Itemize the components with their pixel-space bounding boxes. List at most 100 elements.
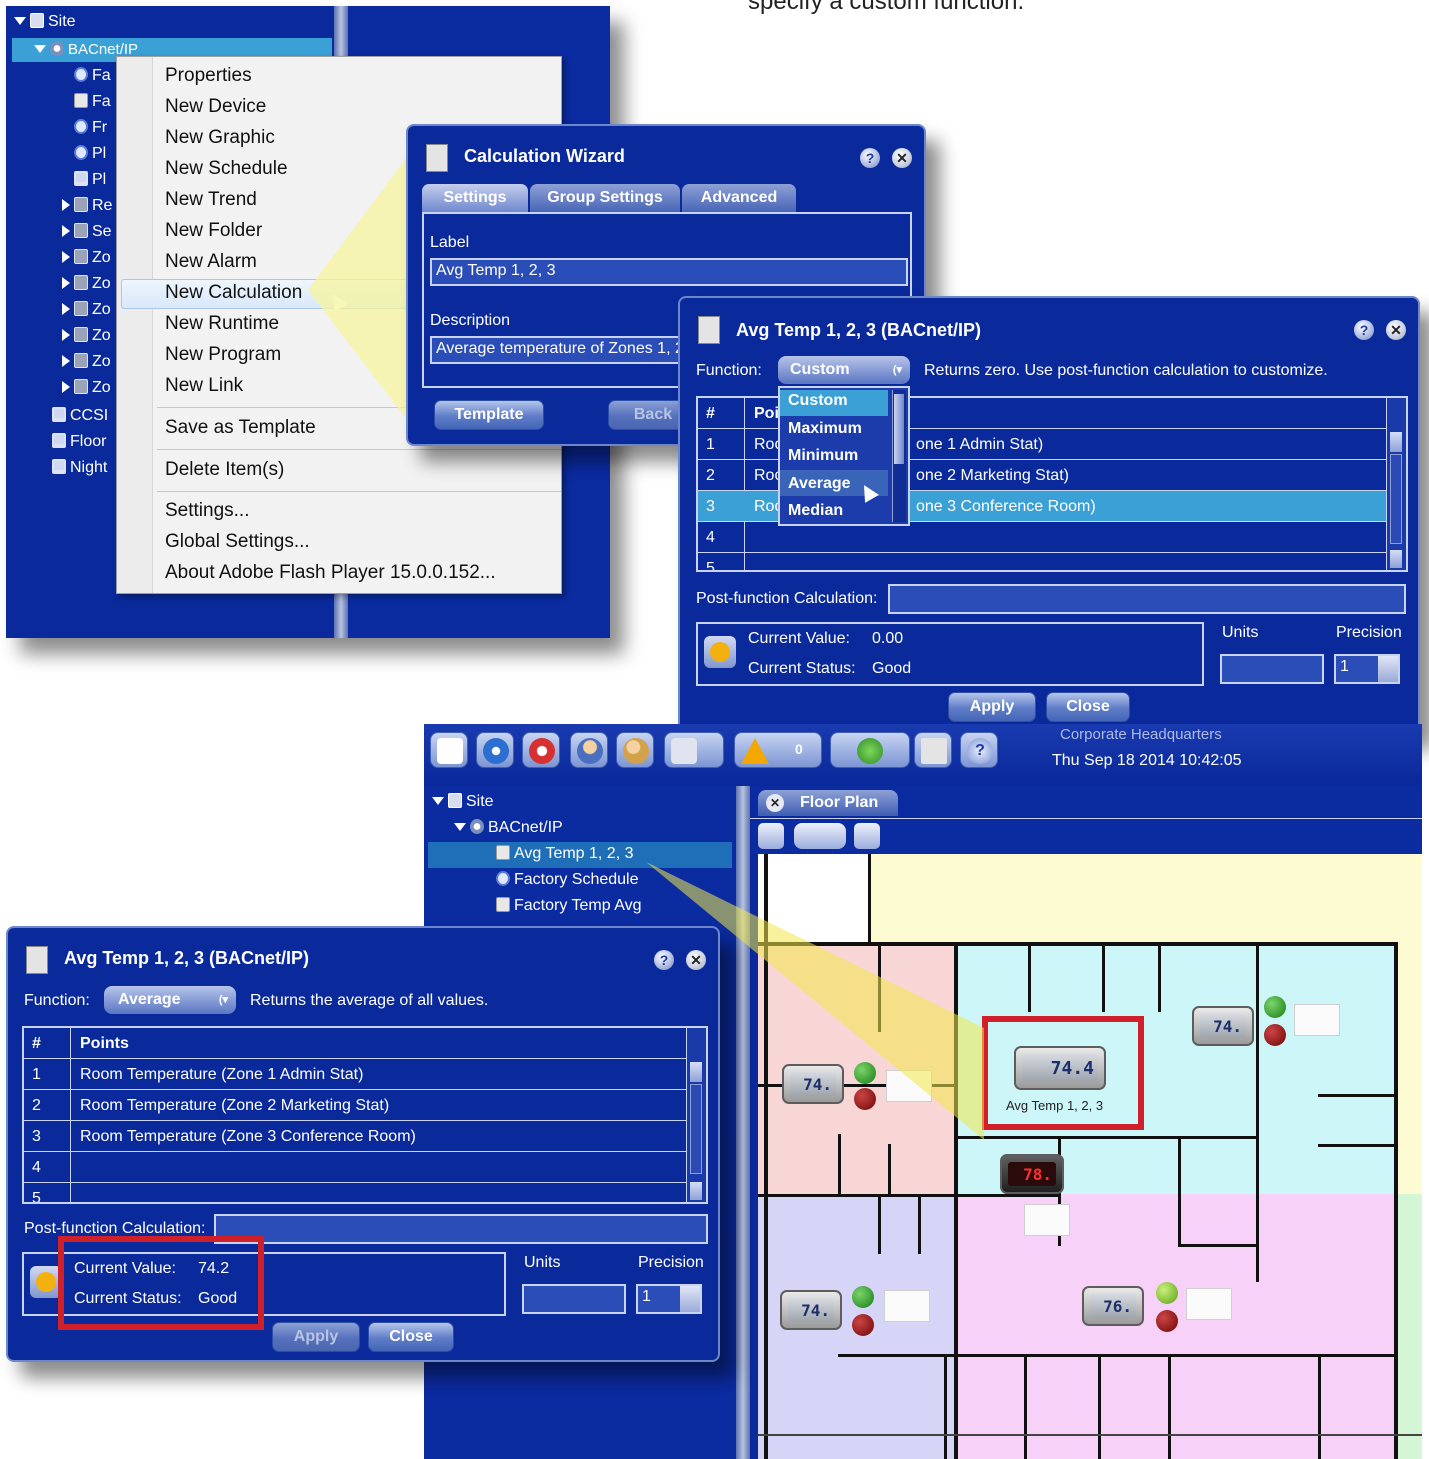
menu-item[interactable]: New Link	[165, 375, 243, 397]
tree-item[interactable]: Fa	[62, 90, 111, 114]
tools-icon[interactable]	[664, 732, 724, 768]
trend-chart-icon[interactable]	[884, 1290, 930, 1322]
expand-icon[interactable]	[454, 823, 466, 831]
menu-item[interactable]: Global Settings...	[165, 531, 310, 553]
tree-site[interactable]: Site	[432, 790, 494, 814]
users-icon[interactable]	[616, 732, 654, 768]
help-ring-icon[interactable]	[522, 732, 560, 768]
table-row[interactable]: 2 Room Temperature (Zone 2 Marketing Stat…	[24, 1090, 686, 1121]
scroll-up-icon[interactable]	[1390, 432, 1402, 452]
help-icon[interactable]: ?	[1354, 320, 1374, 340]
scroll-track[interactable]	[1390, 454, 1402, 544]
close-icon[interactable]: ✕	[1386, 320, 1406, 340]
tree-item[interactable]: Pl	[62, 142, 106, 166]
close-icon[interactable]: ✕	[686, 950, 706, 970]
thermostat-display[interactable]: 76.	[1082, 1286, 1144, 1326]
close-button[interactable]: Close	[368, 1322, 454, 1352]
table-row[interactable]: 5	[698, 553, 1386, 570]
menu-item[interactable]: About Adobe Flash Player 15.0.0.152...	[165, 562, 496, 584]
apply-button[interactable]: Apply	[272, 1322, 360, 1352]
refresh-icon[interactable]	[704, 636, 736, 668]
scroll-down-icon[interactable]	[690, 1182, 702, 1200]
tree-item[interactable]: Zo	[62, 298, 111, 322]
thermostat-display[interactable]: 74.	[780, 1290, 842, 1330]
trend-icon[interactable]	[854, 823, 880, 849]
table-scrollbar[interactable]	[686, 1028, 706, 1202]
expand-icon[interactable]	[62, 303, 70, 315]
notes-icon[interactable]	[914, 732, 952, 768]
alarm-button[interactable]: 0	[734, 732, 822, 768]
expand-icon[interactable]	[62, 251, 70, 263]
scroll-up-icon[interactable]	[690, 1062, 702, 1082]
precision-stepper[interactable]: 1	[1334, 654, 1400, 684]
dropdown-option[interactable]: Minimum	[788, 447, 858, 465]
menu-item[interactable]: New Folder	[165, 220, 262, 242]
expand-icon[interactable]	[62, 225, 70, 237]
expand-icon[interactable]	[62, 355, 70, 367]
precision-stepper[interactable]: 1	[636, 1284, 702, 1314]
dropdown-scrollbar[interactable]	[892, 390, 906, 522]
tree-site[interactable]: Site	[14, 10, 76, 34]
trend-chart-icon[interactable]	[1024, 1204, 1070, 1236]
thermostat-display[interactable]: 74.	[1192, 1006, 1254, 1046]
tree-item[interactable]: Night	[52, 456, 107, 480]
tree-bacnet[interactable]: BACnet/IP	[454, 816, 563, 840]
network-status-icon[interactable]	[830, 732, 910, 768]
template-button[interactable]: Template	[434, 400, 544, 430]
tree-item[interactable]: Se	[62, 220, 112, 244]
expand-icon[interactable]	[62, 199, 70, 211]
table-scrollbar[interactable]	[1386, 398, 1406, 570]
dropdown-option[interactable]: Custom	[788, 392, 848, 410]
function-dropdown[interactable]: Custom Maximum Minimum Average Median	[778, 386, 910, 526]
user-icon[interactable]	[570, 732, 608, 768]
home-icon[interactable]	[430, 732, 468, 768]
menu-item[interactable]: New Runtime	[165, 313, 279, 335]
close-icon[interactable]: ✕	[892, 148, 912, 168]
trend-chart-icon[interactable]	[1186, 1288, 1232, 1320]
col-points-header[interactable]: Poi	[754, 398, 779, 428]
menu-item[interactable]: Properties	[165, 65, 252, 87]
tree-item[interactable]: Zo	[62, 324, 111, 348]
tree-item[interactable]: Zo	[62, 246, 111, 270]
stepper-arrows-icon[interactable]	[680, 1286, 700, 1312]
expand-icon[interactable]	[34, 45, 46, 53]
edit-icon[interactable]	[758, 823, 784, 849]
help-icon[interactable]: ?	[960, 732, 998, 768]
tree-item[interactable]: CCSI	[52, 404, 108, 428]
menu-item[interactable]: Save as Template	[165, 417, 316, 439]
tree-item[interactable]: Zo	[62, 350, 111, 374]
table-row[interactable]: 5	[24, 1183, 686, 1202]
function-select[interactable]: Custom (▾	[778, 356, 910, 384]
function-select[interactable]: Average (▾	[104, 986, 236, 1014]
tree-item[interactable]: Re	[62, 194, 112, 218]
tree-item[interactable]: Zo	[62, 376, 111, 400]
col-points-header[interactable]: Points	[80, 1028, 129, 1058]
expand-icon[interactable]	[14, 17, 26, 25]
tree-item[interactable]: Fa	[62, 64, 111, 88]
help-icon[interactable]: ?	[654, 950, 674, 970]
dropdown-option[interactable]: Average	[788, 475, 851, 493]
menu-item[interactable]: New Alarm	[165, 251, 257, 273]
expand-icon[interactable]	[62, 381, 70, 393]
menu-item[interactable]: Delete Item(s)	[165, 459, 284, 481]
expand-icon[interactable]	[62, 329, 70, 341]
dropdown-option[interactable]: Maximum	[788, 420, 862, 438]
tree-item[interactable]: Fr	[62, 116, 107, 140]
post-function-field[interactable]	[214, 1214, 708, 1244]
menu-item[interactable]: New Program	[165, 344, 281, 366]
scroll-track[interactable]	[690, 1084, 702, 1174]
thermostat-display-alarm[interactable]: 78.	[1000, 1154, 1064, 1194]
menu-item[interactable]: New Schedule	[165, 158, 288, 180]
table-row[interactable]: 4	[24, 1152, 686, 1183]
tree-item[interactable]: Floor	[52, 430, 106, 454]
menu-item[interactable]: New Calculation	[165, 282, 302, 304]
help-icon[interactable]: ?	[860, 148, 880, 168]
menu-item[interactable]: New Trend	[165, 189, 257, 211]
tree-item[interactable]: Zo	[62, 272, 111, 296]
table-row[interactable]: 4	[698, 522, 1386, 553]
stepper-arrows-icon[interactable]	[1378, 656, 1398, 682]
tree-item-factory-temp-avg[interactable]: Factory Temp Avg	[496, 894, 641, 918]
menu-item[interactable]: New Device	[165, 96, 266, 118]
expand-icon[interactable]	[432, 797, 444, 805]
tree-item-avg-temp[interactable]: Avg Temp 1, 2, 3	[496, 842, 633, 866]
